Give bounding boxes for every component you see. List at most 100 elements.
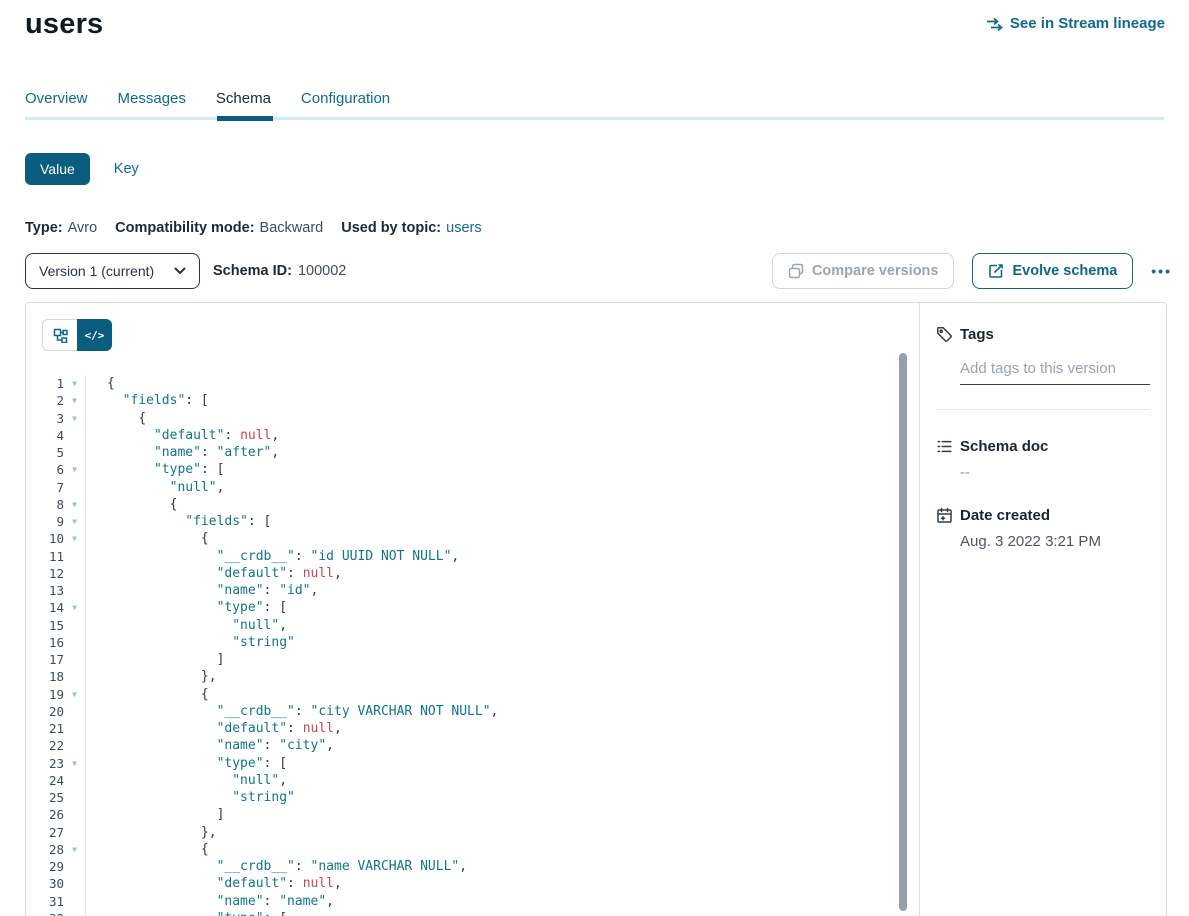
tab-schema[interactable]: Schema — [216, 90, 271, 117]
tab-overview[interactable]: Overview — [25, 90, 88, 117]
editor-scrollbar[interactable] — [899, 353, 907, 911]
code-text: "type": [ — [85, 910, 919, 916]
chevron-down-icon — [174, 267, 186, 275]
fold-toggle-icon[interactable]: ▼ — [64, 465, 85, 474]
line-number: 12 — [26, 566, 64, 581]
line-number: 23 — [26, 756, 64, 771]
line-number: 15 — [26, 618, 64, 633]
code-line: 29 "__crdb__": "name VARCHAR NULL", — [26, 858, 919, 875]
code-text: "__crdb__": "name VARCHAR NULL", — [85, 858, 919, 875]
tags-input[interactable] — [960, 360, 1150, 385]
code-line: 2▼ "fields": [ — [26, 392, 919, 409]
code-text: "default": null, — [85, 875, 919, 892]
line-number: 25 — [26, 790, 64, 805]
code-text: "default": null, — [85, 565, 919, 582]
code-text: "name": "id", — [85, 582, 919, 599]
code-text: "name": "after", — [85, 444, 919, 461]
value-toggle-button[interactable]: Value — [25, 153, 90, 185]
date-created-value: Aug. 3 2022 3:21 PM — [960, 533, 1150, 550]
key-toggle-button[interactable]: Key — [114, 161, 139, 177]
code-text: "__crdb__": "city VARCHAR NOT NULL", — [85, 703, 919, 720]
schema-doc-icon — [936, 438, 954, 455]
fold-toggle-icon[interactable]: ▼ — [64, 517, 85, 526]
editor-view-toggle: </> — [42, 319, 112, 351]
line-number: 10 — [26, 531, 64, 546]
line-number: 20 — [26, 704, 64, 719]
fold-toggle-icon[interactable]: ▼ — [64, 500, 85, 509]
code-line: 18 }, — [26, 668, 919, 685]
code-line: 30 "default": null, — [26, 875, 919, 892]
code-text: { — [85, 841, 919, 858]
tags-heading: Tags — [960, 326, 994, 343]
code-line: 7 "null", — [26, 479, 919, 496]
code-text: "name": "city", — [85, 737, 919, 754]
code-line: 23▼ "type": [ — [26, 755, 919, 772]
fold-toggle-icon[interactable]: ▼ — [64, 396, 85, 405]
code-text: }, — [85, 824, 919, 841]
line-number: 19 — [26, 687, 64, 702]
code-line: 22 "name": "city", — [26, 737, 919, 754]
code-line: 32▼ "type": [ — [26, 910, 919, 916]
calendar-icon — [936, 507, 954, 524]
schema-id-label: Schema ID: — [213, 263, 292, 279]
fold-toggle-icon[interactable]: ▼ — [64, 379, 85, 388]
fold-toggle-icon[interactable]: ▼ — [64, 414, 85, 423]
line-number: 31 — [26, 894, 64, 909]
code-text: "null", — [85, 772, 919, 789]
code-line: 8▼ { — [26, 496, 919, 513]
code-line: 11 "__crdb__": "id UUID NOT NULL", — [26, 548, 919, 565]
line-number: 1 — [26, 376, 64, 391]
code-line: 15 "null", — [26, 617, 919, 634]
line-number: 29 — [26, 859, 64, 874]
code-line: 27 }, — [26, 824, 919, 841]
line-number: 28 — [26, 842, 64, 857]
tab-configuration[interactable]: Configuration — [301, 90, 390, 117]
code-line: 31 "name": "name", — [26, 893, 919, 910]
page-title: users — [25, 8, 103, 41]
code-view-button[interactable]: </> — [77, 319, 112, 351]
code-line: 4 "default": null, — [26, 427, 919, 444]
code-line: 12 "default": null, — [26, 565, 919, 582]
fold-toggle-icon[interactable]: ▼ — [64, 603, 85, 612]
fold-toggle-icon[interactable]: ▼ — [64, 759, 85, 768]
code-line: 5 "name": "after", — [26, 444, 919, 461]
code-view-icon: </> — [85, 329, 105, 342]
code-text: "null", — [85, 479, 919, 496]
fold-toggle-icon[interactable]: ▼ — [64, 845, 85, 854]
compare-versions-button[interactable]: Compare versions — [772, 253, 955, 289]
code-text: "default": null, — [85, 720, 919, 737]
schema-doc-heading: Schema doc — [960, 438, 1048, 455]
code-line: 17 ] — [26, 651, 919, 668]
line-number: 2 — [26, 393, 64, 408]
tree-view-button[interactable] — [42, 319, 77, 351]
code-text: ] — [85, 651, 919, 668]
code-text: }, — [85, 668, 919, 685]
more-options-button[interactable]: ••• — [1151, 263, 1172, 279]
evolve-schema-button[interactable]: Evolve schema — [972, 253, 1133, 289]
code-line: 20 "__crdb__": "city VARCHAR NOT NULL", — [26, 703, 919, 720]
type-value: Avro — [68, 220, 98, 236]
code-text: { — [85, 410, 919, 427]
fold-toggle-icon[interactable]: ▼ — [64, 534, 85, 543]
line-number: 8 — [26, 497, 64, 512]
type-label: Type: — [25, 220, 63, 236]
used-by-topic-link[interactable]: users — [446, 220, 481, 236]
tab-messages[interactable]: Messages — [118, 90, 186, 117]
code-line: 24 "null", — [26, 772, 919, 789]
line-number: 6 — [26, 462, 64, 477]
code-line: 9▼ "fields": [ — [26, 513, 919, 530]
code-text: "string" — [85, 789, 919, 806]
code-line: 1▼{ — [26, 375, 919, 392]
code-line: 28▼ { — [26, 841, 919, 858]
code-text: "string" — [85, 634, 919, 651]
code-line: 26 ] — [26, 806, 919, 823]
line-number: 4 — [26, 428, 64, 443]
code-text: "type": [ — [85, 461, 919, 478]
line-number: 24 — [26, 773, 64, 788]
code-text: "null", — [85, 617, 919, 634]
stream-lineage-link[interactable]: See in Stream lineage — [986, 15, 1165, 32]
tab-bar: Overview Messages Schema Configuration — [25, 90, 390, 117]
fold-toggle-icon[interactable]: ▼ — [64, 690, 85, 699]
code-text: "fields": [ — [85, 392, 919, 409]
version-select[interactable]: Version 1 (current) — [25, 253, 200, 289]
